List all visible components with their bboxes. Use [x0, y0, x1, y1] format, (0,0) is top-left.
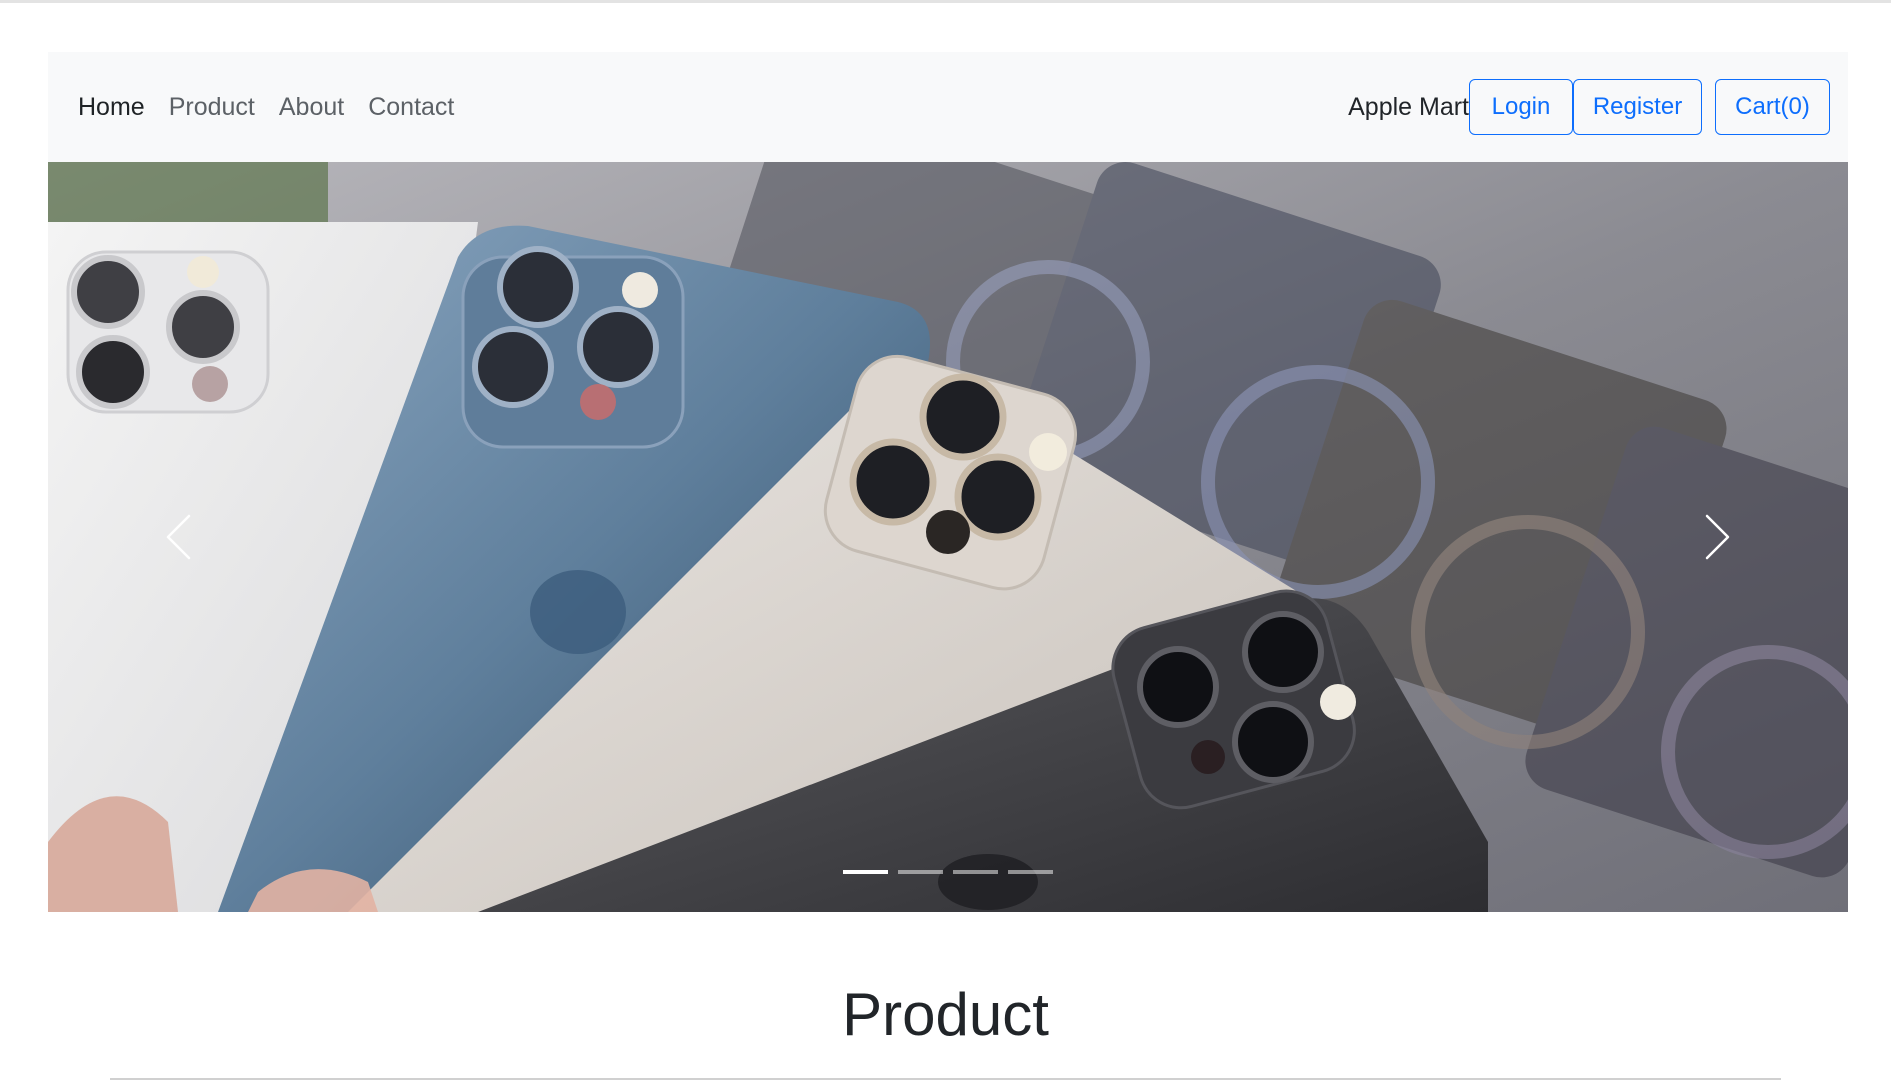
nav-link-contact[interactable]: Contact [368, 93, 454, 121]
carousel-indicator-1[interactable] [843, 870, 888, 874]
hero-carousel[interactable] [48, 162, 1848, 912]
brand-name[interactable]: Apple Mart [1348, 93, 1469, 122]
chevron-left-icon [166, 514, 191, 560]
register-button[interactable]: Register [1573, 79, 1702, 135]
navbar: Home Product About Contact Apple Mart Lo… [48, 52, 1848, 162]
section-title: Product [842, 981, 1049, 1048]
cart-button[interactable]: Cart(0) [1715, 79, 1830, 135]
nav-link-home[interactable]: Home [78, 93, 145, 121]
nav-links: Home Product About Contact [78, 52, 454, 162]
carousel-indicator-4[interactable] [1008, 870, 1053, 874]
login-button[interactable]: Login [1469, 79, 1573, 135]
top-border [0, 0, 1891, 3]
nav-link-product[interactable]: Product [169, 93, 255, 121]
section-divider [110, 1078, 1781, 1080]
carousel-slide-image [48, 162, 1848, 912]
carousel-indicators [48, 870, 1848, 874]
carousel-prev-button[interactable] [118, 162, 238, 912]
carousel-indicator-2[interactable] [898, 870, 943, 874]
nav-link-about[interactable]: About [279, 93, 344, 121]
nav-actions: Apple Mart Login Register Cart(0) [1348, 52, 1830, 162]
carousel-indicator-3[interactable] [953, 870, 998, 874]
chevron-right-icon [1705, 514, 1730, 560]
carousel-next-button[interactable] [1658, 162, 1778, 912]
